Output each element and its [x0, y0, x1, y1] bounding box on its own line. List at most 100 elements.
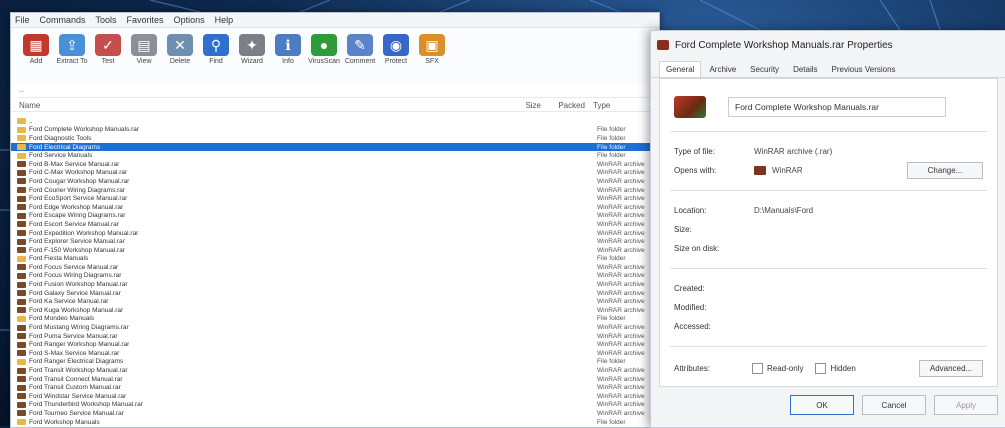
table-row[interactable]: Ford Diagnostic Tools File folder	[11, 134, 659, 143]
row-name: Ford B-Max Service Manual.rar	[29, 160, 120, 168]
table-row[interactable]: Ford Escort Service Manual.rar WinRAR arc…	[11, 220, 659, 229]
toolbar-button-extract-to[interactable]: ⇪ Extract To	[56, 34, 88, 65]
table-row[interactable]: Ford Fiesta Manuals File folder	[11, 255, 659, 264]
toolbar-button-comment[interactable]: ✎ Comment	[345, 34, 375, 65]
table-row[interactable]: Ford Escape Wiring Diagrams.rar WinRAR ar…	[11, 212, 659, 221]
table-row[interactable]: Ford F-150 Workshop Manual.rar WinRAR arc…	[11, 246, 659, 255]
table-row[interactable]: Ford Mondeo Manuals File folder	[11, 315, 659, 324]
column-size[interactable]: Size	[497, 101, 541, 110]
toolbar-button-find[interactable]: ⚲ Find	[201, 34, 231, 65]
virusscan-icon: ●	[311, 34, 337, 56]
menu-item-options[interactable]: Options	[174, 15, 205, 25]
file-name-field[interactable]: Ford Complete Workshop Manuals.rar	[728, 97, 946, 117]
toolbar-button-virusscan[interactable]: ● VirusScan	[308, 34, 340, 65]
table-row[interactable]: Ford S-Max Service Manual.rar WinRAR arch…	[11, 349, 659, 358]
toolbar-button-view[interactable]: ▤ View	[129, 34, 159, 65]
toolbar-button-test[interactable]: ✓ Test	[93, 34, 123, 65]
table-row[interactable]: Ford Kuga Workshop Manual.rar WinRAR arch…	[11, 306, 659, 315]
table-row[interactable]: Ford Mustang Wiring Diagrams.rar WinRAR a…	[11, 323, 659, 332]
tab-general[interactable]: General	[659, 61, 702, 77]
change-button[interactable]: Change...	[907, 162, 983, 179]
apply-button[interactable]: Apply	[934, 395, 998, 415]
archive-file-icon	[674, 96, 706, 118]
table-row[interactable]: Ford Expedition Workshop Manual.rar WinRA…	[11, 229, 659, 238]
table-row[interactable]: Ford Transit Workshop Manual.rar WinRAR a…	[11, 366, 659, 375]
table-row[interactable]: ..	[11, 117, 659, 126]
column-type[interactable]: Type	[585, 101, 659, 110]
table-row[interactable]: Ford Thunderbird Workshop Manual.rar WinR…	[11, 401, 659, 410]
column-name[interactable]: Name	[17, 101, 497, 110]
created-label: Created:	[674, 284, 705, 293]
archive-icon	[17, 264, 26, 271]
cancel-button[interactable]: Cancel	[862, 395, 926, 415]
table-row[interactable]: Ford Ranger Workshop Manual.rar WinRAR ar…	[11, 340, 659, 349]
table-row[interactable]: Ford Fusion Workshop Manual.rar WinRAR ar…	[11, 280, 659, 289]
table-row[interactable]: Ford Transit Custom Manual.rar WinRAR arc…	[11, 383, 659, 392]
tab-previous-versions[interactable]: Previous Versions	[826, 62, 902, 77]
toolbar-button-protect[interactable]: ◉ Protect	[381, 34, 411, 65]
table-row[interactable]: Ford Service Manuals File folder	[11, 151, 659, 160]
tab-archive[interactable]: Archive	[703, 62, 742, 77]
toolbar-label: Extract To	[56, 58, 88, 65]
table-row[interactable]: Ford Ranger Electrical Diagrams File fold…	[11, 358, 659, 367]
toolbar-button-info[interactable]: ℹ Info	[273, 34, 303, 65]
table-row[interactable]: Ford EcoSport Service Manual.rar WinRAR a…	[11, 194, 659, 203]
row-name: Ford Mustang Wiring Diagrams.rar	[29, 324, 129, 332]
menu-item-commands[interactable]: Commands	[40, 15, 86, 25]
checkbox-box[interactable]	[752, 362, 763, 374]
table-row[interactable]: Ford Explorer Service Manual.rar WinRAR a…	[11, 237, 659, 246]
advanced-button[interactable]: Advanced...	[919, 359, 983, 377]
table-row[interactable]: Ford B-Max Service Manual.rar WinRAR arch…	[11, 160, 659, 169]
table-row[interactable]: Ford Electrical Diagrams File folder	[11, 142, 659, 152]
table-row[interactable]: Ford Galaxy Service Manual.rar WinRAR arc…	[11, 289, 659, 298]
table-row[interactable]: Ford Transit Connect Manual.rar WinRAR ar…	[11, 375, 659, 384]
archive-icon	[17, 324, 26, 331]
dialog-buttons: OK Cancel Apply	[790, 395, 998, 415]
table-row[interactable]: Ford Courier Wiring Diagrams.rar WinRAR a…	[11, 186, 659, 195]
toolbar-button-sfx[interactable]: ▣ SFX	[417, 34, 447, 65]
tab-bar: General Archive Security Details Previous Ve…	[651, 59, 1005, 78]
table-row[interactable]: Ford C-Max Workshop Manual.rar WinRAR arc…	[11, 169, 659, 178]
column-packed[interactable]: Packed	[541, 101, 585, 110]
menu-item-tools[interactable]: Tools	[96, 15, 117, 25]
table-row[interactable]: Ford Ka Service Manual.rar WinRAR archive	[11, 297, 659, 306]
table-row[interactable]: Ford Puma Service Manual.rar WinRAR archi…	[11, 332, 659, 341]
row-name: Ford Escape Wiring Diagrams.rar	[29, 212, 126, 220]
table-row[interactable]: Ford Edge Workshop Manual.rar WinRAR arch…	[11, 203, 659, 212]
archive-icon	[17, 195, 26, 202]
add-icon: ▦	[23, 34, 49, 56]
menu-item-help[interactable]: Help	[215, 15, 234, 25]
tab-details[interactable]: Details	[787, 62, 823, 77]
toolbar-button-wizard[interactable]: ✦ Wizard	[237, 34, 267, 65]
table-row[interactable]: Ford Complete Workshop Manuals.rar File f…	[11, 126, 659, 135]
toolbar: ▦ Add ⇪ Extract To ✓ Test ▤ View ✕ Delete ⚲ Find ✦ Wi…	[11, 28, 659, 84]
table-row[interactable]: Ford Cougar Workshop Manual.rar WinRAR ar…	[11, 177, 659, 186]
menu-item-file[interactable]: File	[15, 15, 30, 25]
opens-with-row: Opens with: WinRAR Change...	[660, 161, 997, 180]
menu-bar: File Commands Tools Favorites Options Help	[11, 13, 659, 28]
archive-icon	[17, 298, 26, 305]
readonly-checkbox[interactable]: Read-only	[752, 362, 803, 374]
ok-button[interactable]: OK	[790, 395, 854, 415]
tab-security[interactable]: Security	[744, 62, 785, 77]
type-label: Type of file:	[674, 147, 715, 156]
table-row[interactable]: Ford Windstar Service Manual.rar WinRAR a…	[11, 392, 659, 401]
row-name: Ford EcoSport Service Manual.rar	[29, 195, 128, 203]
row-name: Ford Ranger Workshop Manual.rar	[29, 341, 130, 349]
path-bar[interactable]: ..	[19, 85, 651, 98]
modified-label: Modified:	[674, 303, 707, 312]
table-row[interactable]: Ford Workshop Manuals File folder	[11, 418, 659, 427]
row-name: ..	[29, 117, 33, 125]
menu-item-favorites[interactable]: Favorites	[127, 15, 164, 25]
folder-icon	[17, 152, 26, 159]
checkbox-box[interactable]	[815, 362, 827, 374]
table-row[interactable]: Ford Focus Service Manual.rar WinRAR arch…	[11, 263, 659, 272]
table-row[interactable]: Ford Focus Wiring Diagrams.rar WinRAR arc…	[11, 272, 659, 281]
row-name: Ford Electrical Diagrams	[29, 143, 101, 151]
row-name: Ford Cougar Workshop Manual.rar	[29, 177, 130, 185]
hidden-checkbox[interactable]: Hidden	[815, 362, 856, 374]
toolbar-button-add[interactable]: ▦ Add	[21, 34, 51, 65]
table-row[interactable]: Ford Tourneo Service Manual.rar WinRAR ar…	[11, 409, 659, 418]
row-name: Ford Fiesta Manuals	[29, 255, 89, 263]
toolbar-button-delete[interactable]: ✕ Delete	[165, 34, 195, 65]
